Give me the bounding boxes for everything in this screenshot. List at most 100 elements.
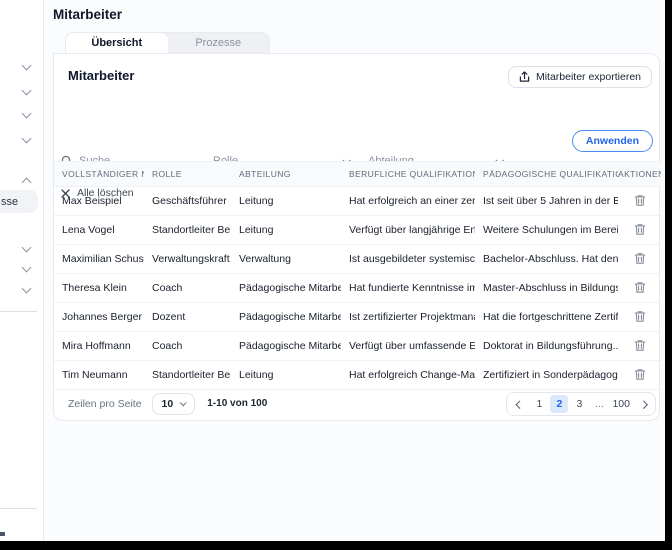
cell-professional: Hat erfolgreich an einer zertifizi... <box>341 186 475 216</box>
cell-professional: Ist ausgebildeter systemischer... <box>341 244 475 274</box>
sidebar-separator <box>0 311 37 312</box>
table-row: Johannes Berger Dozent Pädagogische Mitarb… <box>54 302 661 332</box>
delete-button[interactable] <box>632 366 648 383</box>
page-button-1[interactable]: 1 <box>530 395 548 413</box>
sidebar: sse <box>0 0 44 541</box>
cell-name: Johannes Berger <box>54 302 144 332</box>
cell-pedagogical: Weitere Schulungen im Bereich... <box>475 215 618 245</box>
apply-button[interactable]: Anwenden <box>571 130 653 152</box>
cell-professional: Verfügt über umfassende Erfahr... <box>341 331 475 361</box>
delete-button[interactable] <box>632 337 648 354</box>
cell-pedagogical: Master-Abschluss in Bildungsm... <box>475 273 618 303</box>
mitarbeiter-card: Mitarbeiter Mitarbeiter exportieren Such… <box>53 53 661 421</box>
rows-per-page-label: Zeilen pro Seite <box>68 397 142 410</box>
cell-actions <box>618 186 661 216</box>
chevron-down-icon[interactable] <box>21 242 32 253</box>
page-button-3[interactable]: 3 <box>570 395 588 413</box>
range-label: 1-10 von 100 <box>207 398 268 409</box>
chevron-up-icon[interactable] <box>21 177 32 188</box>
cell-name: Theresa Klein <box>54 273 144 303</box>
card-title: Mitarbeiter <box>68 68 135 83</box>
sidebar-item-label: sse <box>1 195 19 208</box>
tab-uebersicht[interactable]: Übersicht <box>66 33 168 53</box>
rows-per-page-value: 10 <box>161 397 174 410</box>
column-header: AKTIONEN <box>618 161 661 187</box>
tab-bar: Übersicht Prozesse <box>65 32 270 53</box>
cell-department: Pädagogische Mitarbeiter <box>231 302 341 332</box>
cell-professional: Hat erfolgreich Change-Manage... <box>341 360 475 390</box>
cell-name: Maximilian Schuster <box>54 244 144 274</box>
main-content: Mitarbeiter Übersicht Prozesse Mitarbeit… <box>45 0 665 541</box>
table-row: Theresa KleinCoachPädagogische Mitarbeit… <box>54 273 661 303</box>
cell-pedagogical: Bachelor-Abschluss. Hat den int... <box>475 244 618 274</box>
cell-department: Leitung <box>231 186 341 216</box>
delete-button[interactable] <box>632 192 648 209</box>
cell-name: Tim Neumann <box>54 360 144 390</box>
table-row: Mira HoffmannCoachPädagogische Mitarbeit… <box>54 331 661 361</box>
chevron-down-icon[interactable] <box>21 85 32 96</box>
trash-icon <box>634 340 646 355</box>
trash-icon <box>634 282 646 297</box>
export-icon <box>519 71 530 83</box>
cell-pedagogical: Hat die fortgeschrittene Zertifizi... <box>475 302 618 332</box>
chevron-down-icon[interactable] <box>21 60 32 71</box>
delete-button[interactable] <box>632 250 648 267</box>
cell-actions <box>618 360 661 390</box>
tab-prozesse[interactable]: Prozesse <box>168 33 270 53</box>
cell-role: Geschäftsführer <box>144 186 231 216</box>
cell-actions <box>618 331 661 361</box>
cell-actions <box>618 273 661 303</box>
table-row: Lena VogelStandortleiter BerlinLeitungVe… <box>54 215 661 245</box>
column-header: ROLLE <box>144 161 231 187</box>
column-header: BERUFLICHE QUALIFIKATIONEN <box>341 161 475 187</box>
cell-department: Pädagogische Mitarbeiter <box>231 273 341 303</box>
cell-role: Standortleiter Berlin <box>144 215 231 245</box>
prev-page-button[interactable] <box>510 395 528 413</box>
table-row: Maximilian SchusterVerwaltungskraftVerwa… <box>54 244 661 274</box>
chevron-down-icon[interactable] <box>21 262 32 273</box>
delete-button[interactable] <box>632 279 648 296</box>
chevron-down-icon[interactable] <box>21 133 32 144</box>
cell-department: Leitung <box>231 215 341 245</box>
delete-button[interactable] <box>632 308 648 325</box>
next-page-button[interactable] <box>634 395 652 413</box>
employees-table: VOLLSTÄNDIGER NAMEROLLEABTEILUNGBERUFLIC… <box>54 161 661 390</box>
delete-button[interactable] <box>632 221 648 238</box>
page-button-100[interactable]: 100 <box>610 395 632 413</box>
cell-role: Standortleiter Berlin <box>144 360 231 390</box>
cell-professional: Verfügt über langjährige Erfahru... <box>341 215 475 245</box>
cell-name: Max Beispiel <box>54 186 144 216</box>
chevron-down-icon[interactable] <box>21 283 32 294</box>
pagination-bar: Zeilen pro Seite 10 1-10 von 100 1 2 3... 1… <box>54 387 661 420</box>
trash-icon <box>634 369 646 384</box>
cell-professional: Ist zertifizierter Projektmanager... <box>341 302 475 332</box>
sidebar-separator <box>0 508 37 509</box>
chevron-left-icon <box>515 399 525 409</box>
screen: sse Mitarbeiter Übersicht Prozesse Mitar… <box>0 0 672 550</box>
sidebar-footer-fragment <box>0 532 5 536</box>
rows-per-page-select[interactable]: 10 <box>151 392 196 415</box>
cell-actions <box>618 215 661 245</box>
page-ellipsis: ... <box>595 397 604 410</box>
chevron-down-icon[interactable] <box>21 108 32 119</box>
pager: 1 2 3... 100 <box>506 391 656 416</box>
chevron-right-icon <box>639 399 648 409</box>
page-button-2[interactable]: 2 <box>550 394 569 413</box>
export-button[interactable]: Mitarbeiter exportieren <box>507 66 652 88</box>
trash-icon <box>634 224 646 239</box>
column-header: VOLLSTÄNDIGER NAME <box>54 161 144 187</box>
cell-department: Pädagogische Mitarbeiter <box>231 331 341 361</box>
cell-name: Lena Vogel <box>54 215 144 245</box>
chevron-down-icon <box>179 399 187 407</box>
table-row: Tim NeumannStandortleiter BerlinLeitungH… <box>54 360 661 390</box>
cell-pedagogical: Zertifiziert in Sonderpädagogik.... <box>475 360 618 390</box>
cell-department: Leitung <box>231 360 341 390</box>
table-header: VOLLSTÄNDIGER NAMEROLLEABTEILUNGBERUFLIC… <box>54 161 661 187</box>
column-header: ABTEILUNG <box>231 161 341 187</box>
cell-department: Verwaltung <box>231 244 341 274</box>
sidebar-item-active[interactable]: sse <box>0 190 38 213</box>
trash-icon <box>634 195 646 210</box>
export-button-label: Mitarbeiter exportieren <box>535 71 641 83</box>
page-title: Mitarbeiter <box>53 7 123 22</box>
cell-pedagogical: Doktorat in Bildungsführung.... <box>475 331 618 361</box>
